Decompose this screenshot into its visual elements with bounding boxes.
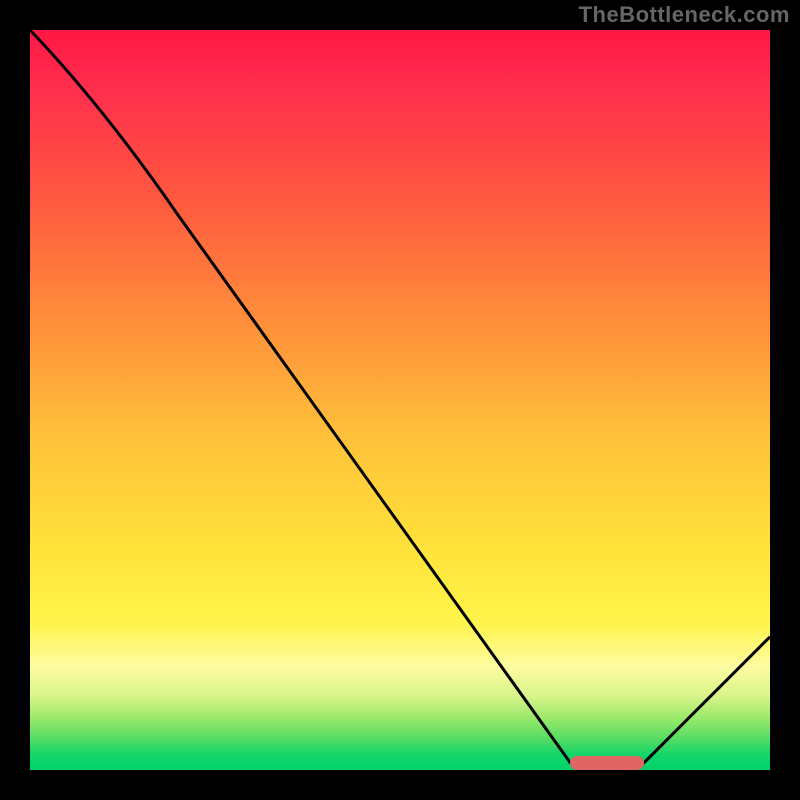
- watermark-text: TheBottleneck.com: [579, 2, 790, 28]
- plot-area: [30, 30, 770, 770]
- chart-container: TheBottleneck.com: [0, 0, 800, 800]
- line-curve: [30, 30, 770, 770]
- curve-path: [30, 30, 770, 763]
- valley-marker: [570, 756, 644, 770]
